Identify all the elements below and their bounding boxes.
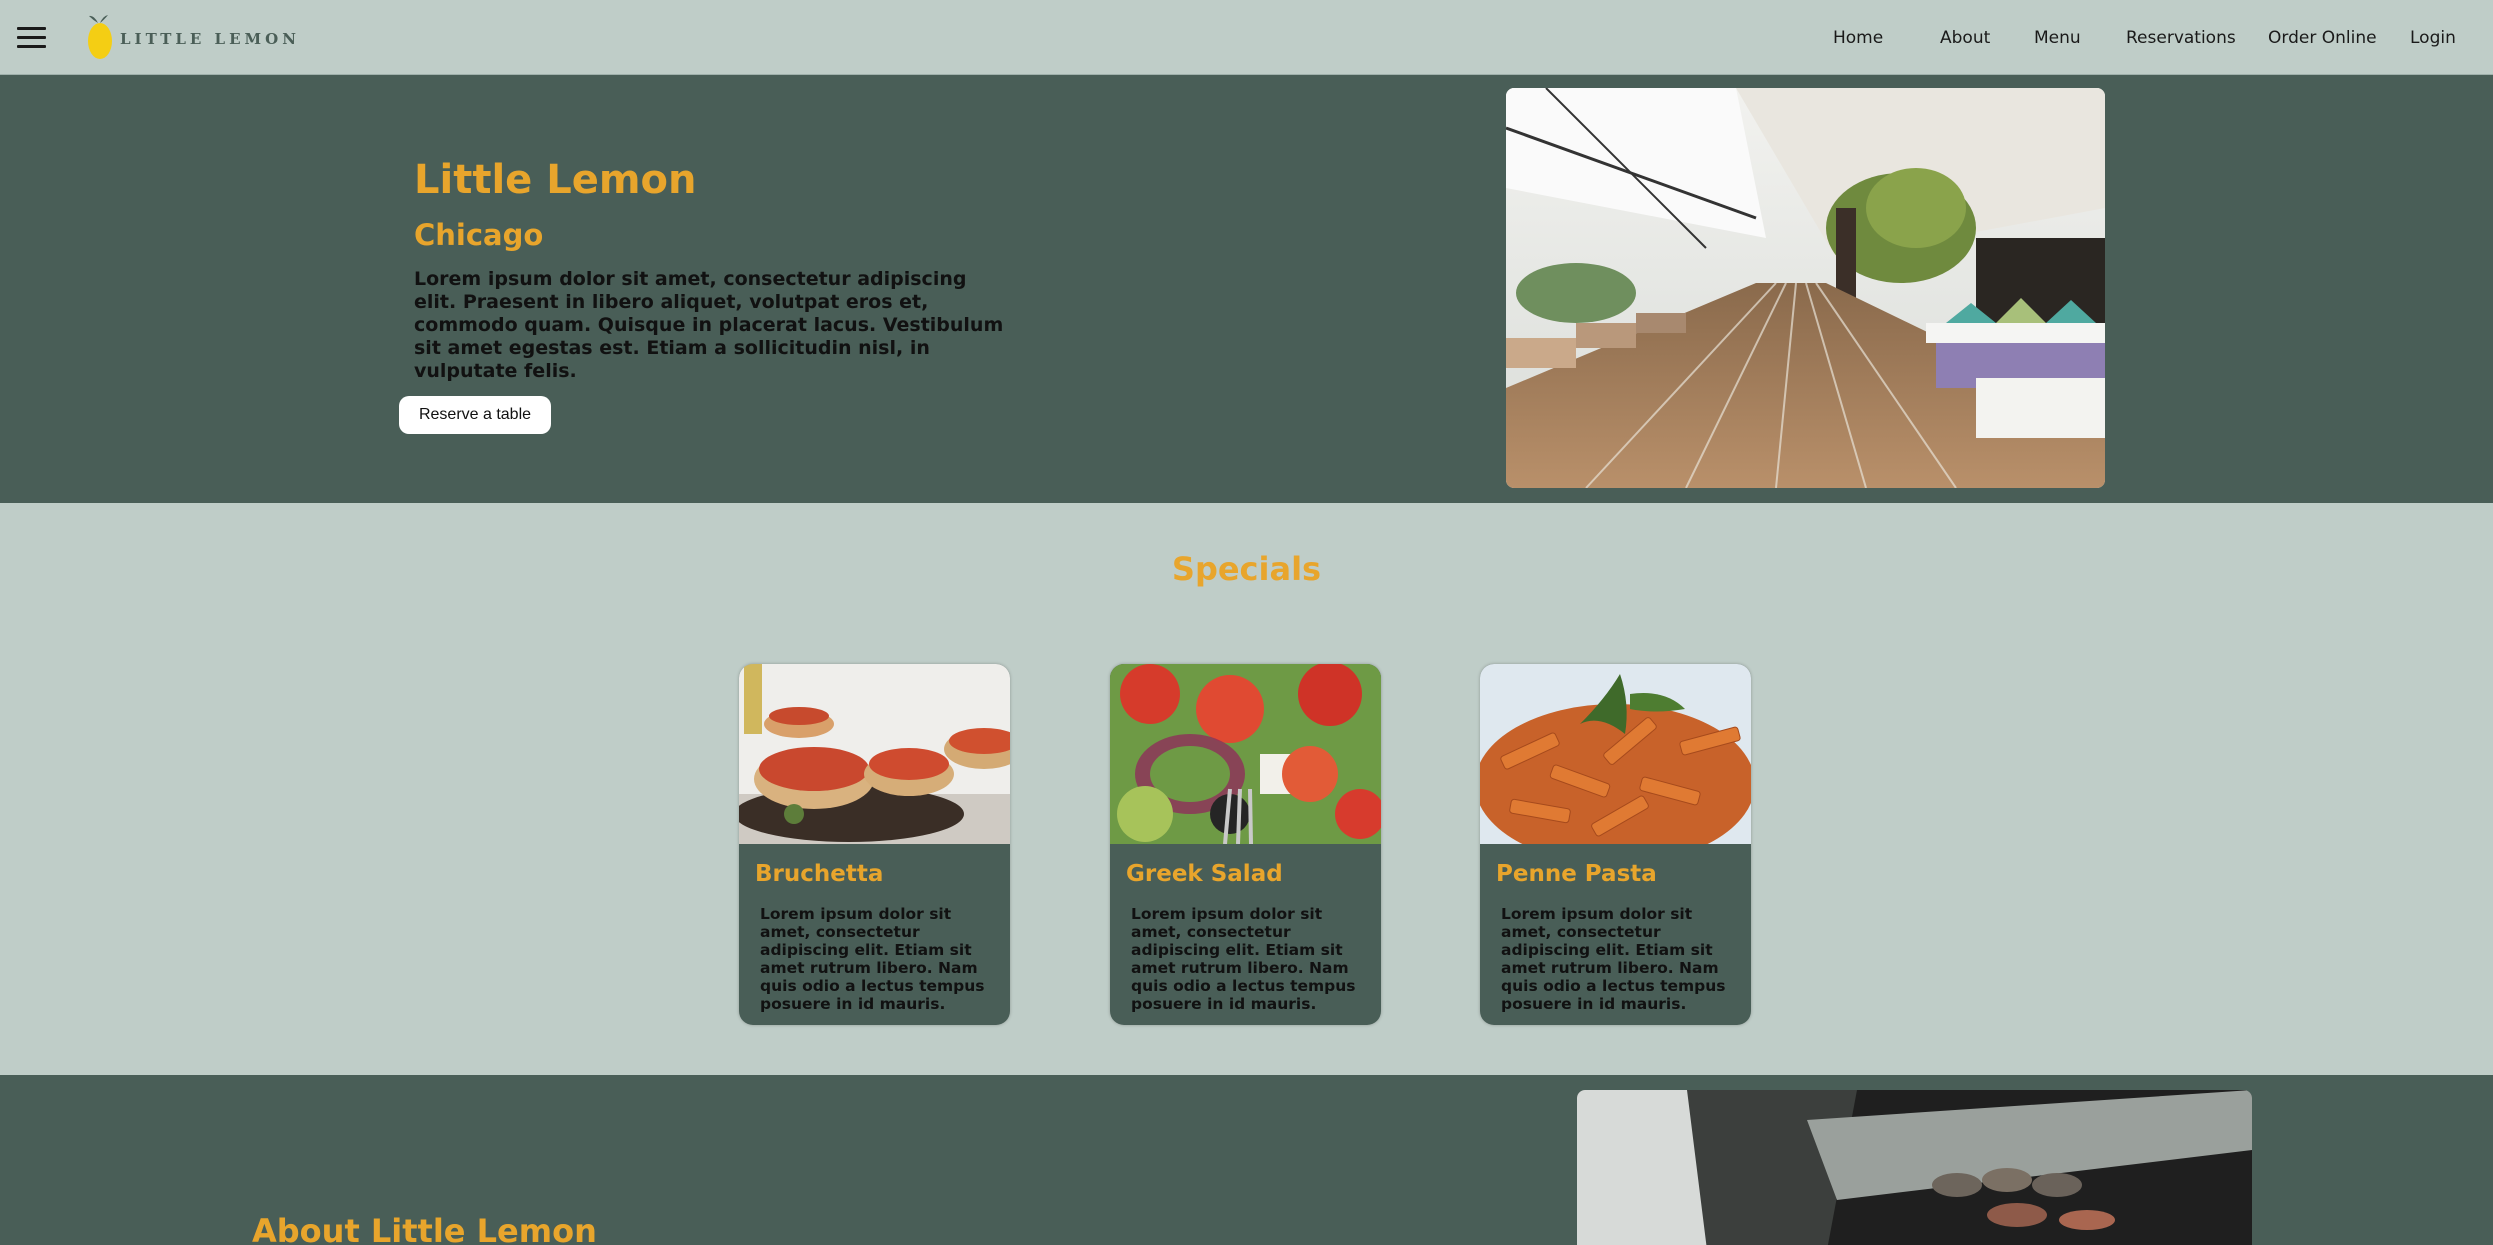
special-card-title: Bruchetta <box>755 861 884 887</box>
kitchen-image <box>1577 1090 2252 1245</box>
special-card-bruchetta[interactable]: Bruchetta Lorem ipsum dolor sit amet, co… <box>739 664 1010 1025</box>
nav-order-online[interactable]: Order Online <box>2268 28 2377 48</box>
lemon-logo-icon <box>88 15 112 59</box>
hero-description: Lorem ipsum dolor sit amet, consectetur … <box>414 268 1004 382</box>
reserve-table-button[interactable]: Reserve a table <box>399 396 551 434</box>
logo-text: LITTLE LEMON <box>120 30 300 48</box>
special-card-description: Lorem ipsum dolor sit amet, consectetur … <box>1501 905 1726 1013</box>
hero-subtitle: Chicago <box>414 218 544 252</box>
logo[interactable]: LITTLE LEMON <box>84 10 300 64</box>
specials-title: Specials <box>1171 550 1322 588</box>
special-card-description: Lorem ipsum dolor sit amet, consectetur … <box>1131 905 1356 1013</box>
bruchetta-image <box>739 664 1010 844</box>
penne-pasta-image <box>1480 664 1751 844</box>
nav-reservations[interactable]: Reservations <box>2126 28 2236 48</box>
special-card-penne-pasta[interactable]: Penne Pasta Lorem ipsum dolor sit amet, … <box>1480 664 1751 1025</box>
top-nav: LITTLE LEMON Home About Menu Reservation… <box>0 0 2493 75</box>
greek-salad-image <box>1110 664 1381 844</box>
special-card-description: Lorem ipsum dolor sit amet, consectetur … <box>760 905 985 1013</box>
nav-menu[interactable]: Menu <box>2034 28 2081 48</box>
nav-login[interactable]: Login <box>2410 28 2456 48</box>
hamburger-icon[interactable] <box>17 27 46 49</box>
hero-title: Little Lemon <box>414 157 697 203</box>
nav-home[interactable]: Home <box>1833 28 1883 48</box>
restaurant-terrace-image <box>1506 88 2105 488</box>
special-card-greek-salad[interactable]: Greek Salad Lorem ipsum dolor sit amet, … <box>1110 664 1381 1025</box>
about-section: About Little Lemon <box>0 1075 2493 1245</box>
special-card-title: Penne Pasta <box>1496 861 1657 887</box>
special-card-title: Greek Salad <box>1126 861 1283 887</box>
nav-about[interactable]: About <box>1940 28 1990 48</box>
hero-section: Little Lemon Chicago Lorem ipsum dolor s… <box>0 75 2493 503</box>
about-title: About Little Lemon <box>252 1212 597 1245</box>
